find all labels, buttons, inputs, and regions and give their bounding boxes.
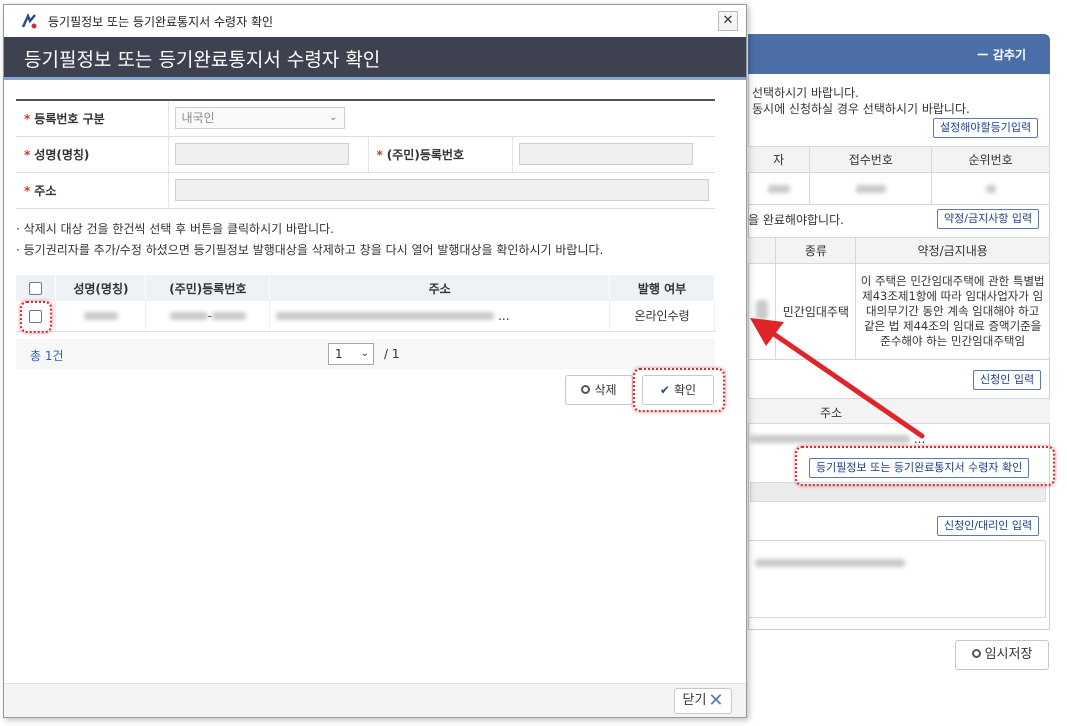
select-all-checkbox[interactable] [29, 282, 43, 295]
close-label: 닫기 [682, 693, 707, 708]
address-value: ... [269, 301, 611, 332]
issue-status: 온라인수령 [609, 301, 715, 332]
required-mark: * [376, 147, 383, 162]
notice-line-1: 선택하시기 바랍니다. [752, 86, 859, 100]
address-cell [167, 172, 715, 209]
table-header: 약정/금지내용 [855, 237, 1050, 264]
reg-type-cell: 내국인 ⌄ [167, 100, 715, 137]
recipient-confirm-dialog: 등기필정보 또는 등기완료통지서 수령자 확인 ✕ 등기필정보 또는 등기완료통… [3, 4, 747, 718]
id-number-field[interactable] [518, 143, 693, 165]
table-cell [931, 172, 1050, 205]
table-header: 순위번호 [931, 146, 1050, 173]
table-header-row: 성명(명칭) (주민)등록번호 주소 발행 여부 [16, 275, 715, 301]
court-logo-icon [21, 12, 37, 29]
covenant-input-button[interactable]: 약정/금지사항 입력 [937, 209, 1040, 229]
table-header: 종류 [775, 237, 857, 264]
recipient-form: * 등록번호 구분 내국인 ⌄ * 성명(명칭) * (주민)등록번호 * 주소 [16, 99, 715, 209]
dialog-footer: 닫기 ✕ [4, 683, 746, 717]
chevron-down-icon: ⌄ [360, 348, 369, 359]
address-label-cell: * 주소 [16, 172, 168, 209]
background-panel-header: ー 감추기 [748, 34, 1050, 74]
table-header: 성명(명칭) [55, 275, 147, 301]
reg-type-label: 등록번호 구분 [34, 111, 105, 126]
registry-table: 자 접수번호 순위번호 [748, 146, 1050, 205]
recipient-table: 성명(명칭) (주민)등록번호 주소 발행 여부 - ... 온라인수령 [16, 275, 715, 332]
name-value [55, 301, 147, 332]
page-total: / 1 [384, 347, 400, 361]
address-label: 주소 [34, 183, 57, 198]
required-mark: * [24, 147, 31, 162]
complete-notice: 을 완료해야합니다. [748, 213, 844, 227]
name-label-cell: * 성명(명칭) [16, 136, 168, 173]
table-header: (주민)등록번호 [145, 275, 271, 301]
required-mark: * [24, 183, 31, 198]
highlight-confirm-button [633, 368, 725, 412]
table-cell [748, 172, 811, 205]
name-cell [167, 136, 368, 173]
highlight-recipient-confirm-button [795, 446, 1055, 486]
notice-line-2: 동시에 신청하실 경우 선택하시기 바랍니다. [752, 102, 970, 116]
note-delete: · 삭제시 대상 건을 한건씩 선택 후 버튼을 클릭하시기 바랍니다. [16, 222, 334, 236]
id-cell [511, 136, 715, 173]
table-header: 주소 [269, 275, 611, 301]
circle-icon [581, 385, 591, 394]
pagination-bar: 총 1건 1 ⌄ / 1 [16, 339, 715, 369]
dialog-header-title: 등기필정보 또는 등기완료통지서 수령자 확인 [24, 49, 381, 71]
close-icon[interactable]: ✕ [718, 11, 738, 31]
table-header: 자 [748, 146, 811, 173]
delete-label: 삭제 [594, 383, 617, 397]
page-select-value: 1 [335, 347, 343, 361]
id-label-cell: * (주민)등록번호 [367, 136, 512, 173]
collapse-button[interactable]: ー 감추기 [977, 46, 1026, 63]
reg-type-value: 내국인 [181, 111, 215, 126]
close-button[interactable]: 닫기 ✕ [674, 688, 732, 714]
reg-type-label-cell: * 등록번호 구분 [16, 100, 168, 137]
temp-save-label: 임시저장 [984, 647, 1033, 662]
header-accent-line [4, 77, 746, 80]
applicant-input-button[interactable]: 신청인 입력 [973, 370, 1042, 390]
highlight-row-checkbox [20, 301, 52, 333]
total-count: 총 1건 [30, 349, 64, 363]
dialog-header: 등기필정보 또는 등기완료통지서 수령자 확인 [4, 37, 746, 77]
name-label: 성명(명칭) [34, 147, 90, 162]
table-cell [809, 172, 933, 205]
table-row[interactable]: - ... 온라인수령 [16, 301, 715, 332]
arrow-line [765, 327, 925, 439]
address-field[interactable] [174, 179, 709, 201]
id-label: (주민)등록번호 [386, 147, 464, 162]
delete-button[interactable]: 삭제 [565, 375, 633, 405]
background-text-area [748, 540, 1046, 618]
note-reopen: · 등기권리자를 추가/수정 하셨으면 등기필정보 발행대상을 삭제하고 창을 … [16, 243, 604, 257]
page-select[interactable]: 1 ⌄ [328, 343, 374, 365]
table-header: 접수번호 [809, 146, 933, 173]
dialog-window-title: 등기필정보 또는 등기완료통지서 수령자 확인 [48, 15, 274, 29]
chevron-down-icon: ⌄ [329, 112, 338, 124]
reg-type-select[interactable]: 내국인 ⌄ [174, 107, 345, 130]
circle-icon [971, 649, 981, 658]
select-all-header [16, 275, 57, 301]
arrow-annotation [750, 318, 925, 439]
applicant-agent-input-button[interactable]: 신청인/대리인 입력 [937, 516, 1040, 536]
id-value: - [145, 301, 271, 332]
table-header [748, 237, 777, 264]
table-header: 발행 여부 [609, 275, 715, 301]
address-ellipsis: ... [498, 308, 510, 323]
name-field[interactable] [174, 143, 349, 165]
temp-save-button[interactable]: 임시저장 [955, 640, 1049, 670]
dialog-titlebar: 등기필정보 또는 등기완료통지서 수령자 확인 ✕ [4, 5, 746, 37]
close-icon: ✕ [708, 690, 724, 711]
required-registry-input-button[interactable]: 설정해야할등기입력 [933, 118, 1039, 138]
arrow-head [750, 318, 784, 346]
required-mark: * [24, 111, 31, 126]
